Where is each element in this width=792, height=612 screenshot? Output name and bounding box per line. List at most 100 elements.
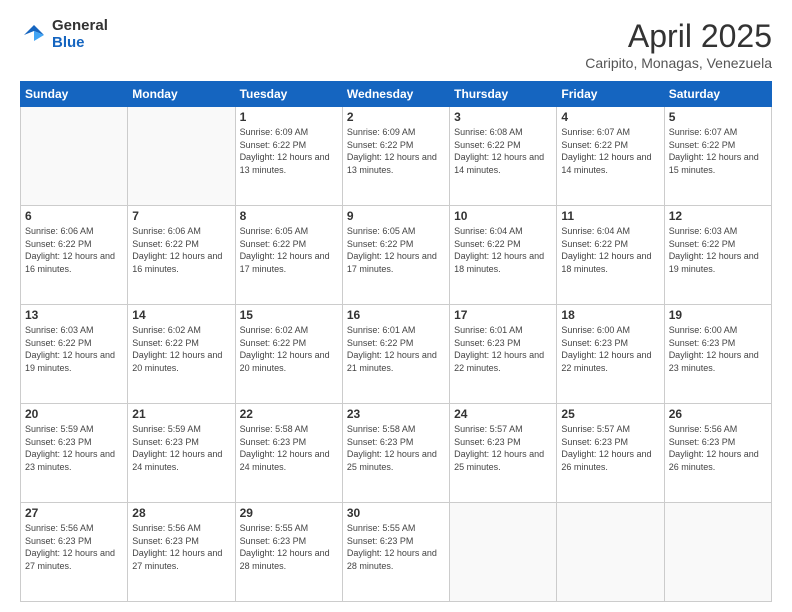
calendar-header-cell: Thursday (450, 82, 557, 107)
calendar-day-cell: 15 Sunrise: 6:02 AM Sunset: 6:22 PM Dayli… (235, 305, 342, 404)
calendar-day-cell (21, 107, 128, 206)
logo-general: General (52, 18, 108, 35)
calendar-day-cell: 30 Sunrise: 5:55 AM Sunset: 6:23 PM Dayli… (342, 503, 449, 602)
day-number: 18 (561, 308, 659, 322)
day-info: Sunrise: 6:07 AM Sunset: 6:22 PM Dayligh… (669, 126, 767, 176)
calendar-day-cell: 22 Sunrise: 5:58 AM Sunset: 6:23 PM Dayli… (235, 404, 342, 503)
calendar-day-cell: 28Sunrise: 5:56 AM Sunset: 6:23 PM Dayli… (128, 503, 235, 602)
calendar-header-row: SundayMondayTuesdayWednesdayThursdayFrid… (21, 82, 772, 107)
calendar-day-cell: 5 Sunrise: 6:07 AM Sunset: 6:22 PM Daylig… (664, 107, 771, 206)
day-info: Sunrise: 5:57 AM Sunset: 6:23 PM Dayligh… (454, 423, 552, 473)
calendar-week-row: 13 Sunrise: 6:03 AM Sunset: 6:22 PM Dayli… (21, 305, 772, 404)
calendar-day-cell: 8 Sunrise: 6:05 AM Sunset: 6:22 PM Daylig… (235, 206, 342, 305)
day-number: 5 (669, 110, 767, 124)
calendar-day-cell (557, 503, 664, 602)
day-number: 20 (25, 407, 123, 421)
day-info: Sunrise: 5:56 AM Sunset: 6:23 PM Dayligh… (25, 522, 123, 572)
calendar-title: April 2025 (585, 18, 772, 55)
day-info: Sunrise: 5:58 AM Sunset: 6:23 PM Dayligh… (240, 423, 338, 473)
day-number: 16 (347, 308, 445, 322)
day-info: Sunrise: 5:59 AM Sunset: 6:23 PM Dayligh… (25, 423, 123, 473)
day-number: 17 (454, 308, 552, 322)
day-number: 30 (347, 506, 445, 520)
calendar-day-cell (128, 107, 235, 206)
calendar-week-row: 1Sunrise: 6:09 AM Sunset: 6:22 PM Daylig… (21, 107, 772, 206)
day-number: 7 (132, 209, 230, 223)
day-number: 11 (561, 209, 659, 223)
logo: General Blue (20, 18, 108, 51)
calendar-header-cell: Saturday (664, 82, 771, 107)
calendar-day-cell: 21 Sunrise: 5:59 AM Sunset: 6:23 PM Dayli… (128, 404, 235, 503)
day-info: Sunrise: 5:55 AM Sunset: 6:23 PM Dayligh… (347, 522, 445, 572)
calendar-week-row: 6 Sunrise: 6:06 AM Sunset: 6:22 PM Daylig… (21, 206, 772, 305)
calendar-day-cell: 11 Sunrise: 6:04 AM Sunset: 6:22 PM Dayli… (557, 206, 664, 305)
calendar-table: SundayMondayTuesdayWednesdayThursdayFrid… (20, 81, 772, 602)
calendar-day-cell: 13 Sunrise: 6:03 AM Sunset: 6:22 PM Dayli… (21, 305, 128, 404)
calendar-day-cell: 1Sunrise: 6:09 AM Sunset: 6:22 PM Daylig… (235, 107, 342, 206)
calendar-day-cell (450, 503, 557, 602)
day-info: Sunrise: 6:05 AM Sunset: 6:22 PM Dayligh… (240, 225, 338, 275)
day-number: 15 (240, 308, 338, 322)
day-number: 3 (454, 110, 552, 124)
day-info: Sunrise: 6:02 AM Sunset: 6:22 PM Dayligh… (240, 324, 338, 374)
calendar-day-cell: 29 Sunrise: 5:55 AM Sunset: 6:23 PM Dayli… (235, 503, 342, 602)
day-number: 12 (669, 209, 767, 223)
day-info: Sunrise: 6:01 AM Sunset: 6:23 PM Dayligh… (454, 324, 552, 374)
day-info: Sunrise: 6:07 AM Sunset: 6:22 PM Dayligh… (561, 126, 659, 176)
calendar-day-cell: 7Sunrise: 6:06 AM Sunset: 6:22 PM Daylig… (128, 206, 235, 305)
logo-blue: Blue (52, 35, 108, 52)
day-number: 2 (347, 110, 445, 124)
day-number: 9 (347, 209, 445, 223)
day-number: 4 (561, 110, 659, 124)
header: General Blue April 2025 Caripito, Monaga… (20, 18, 772, 71)
day-number: 19 (669, 308, 767, 322)
day-number: 23 (347, 407, 445, 421)
day-number: 8 (240, 209, 338, 223)
calendar-day-cell (664, 503, 771, 602)
day-number: 28 (132, 506, 230, 520)
day-info: Sunrise: 5:57 AM Sunset: 6:23 PM Dayligh… (561, 423, 659, 473)
day-info: Sunrise: 5:58 AM Sunset: 6:23 PM Dayligh… (347, 423, 445, 473)
logo-text: General Blue (52, 18, 108, 51)
calendar-day-cell: 24Sunrise: 5:57 AM Sunset: 6:23 PM Dayli… (450, 404, 557, 503)
calendar-day-cell: 2Sunrise: 6:09 AM Sunset: 6:22 PM Daylig… (342, 107, 449, 206)
day-number: 14 (132, 308, 230, 322)
calendar-header-cell: Friday (557, 82, 664, 107)
calendar-day-cell: 23 Sunrise: 5:58 AM Sunset: 6:23 PM Dayli… (342, 404, 449, 503)
calendar-day-cell: 3 Sunrise: 6:08 AM Sunset: 6:22 PM Daylig… (450, 107, 557, 206)
day-number: 26 (669, 407, 767, 421)
day-info: Sunrise: 6:04 AM Sunset: 6:22 PM Dayligh… (454, 225, 552, 275)
calendar-day-cell: 9 Sunrise: 6:05 AM Sunset: 6:22 PM Daylig… (342, 206, 449, 305)
day-number: 21 (132, 407, 230, 421)
day-info: Sunrise: 5:56 AM Sunset: 6:23 PM Dayligh… (669, 423, 767, 473)
calendar-day-cell: 4 Sunrise: 6:07 AM Sunset: 6:22 PM Daylig… (557, 107, 664, 206)
calendar-day-cell: 25Sunrise: 5:57 AM Sunset: 6:23 PM Dayli… (557, 404, 664, 503)
day-info: Sunrise: 6:00 AM Sunset: 6:23 PM Dayligh… (561, 324, 659, 374)
day-number: 13 (25, 308, 123, 322)
day-number: 6 (25, 209, 123, 223)
day-info: Sunrise: 6:03 AM Sunset: 6:22 PM Dayligh… (669, 225, 767, 275)
calendar-day-cell: 26 Sunrise: 5:56 AM Sunset: 6:23 PM Dayli… (664, 404, 771, 503)
day-info: Sunrise: 6:08 AM Sunset: 6:22 PM Dayligh… (454, 126, 552, 176)
day-info: Sunrise: 6:03 AM Sunset: 6:22 PM Dayligh… (25, 324, 123, 374)
day-number: 29 (240, 506, 338, 520)
day-number: 22 (240, 407, 338, 421)
day-info: Sunrise: 6:01 AM Sunset: 6:22 PM Dayligh… (347, 324, 445, 374)
calendar-day-cell: 20 Sunrise: 5:59 AM Sunset: 6:23 PM Dayli… (21, 404, 128, 503)
day-info: Sunrise: 6:00 AM Sunset: 6:23 PM Dayligh… (669, 324, 767, 374)
calendar-header-cell: Wednesday (342, 82, 449, 107)
calendar-day-cell: 12 Sunrise: 6:03 AM Sunset: 6:22 PM Dayli… (664, 206, 771, 305)
day-info: Sunrise: 6:06 AM Sunset: 6:22 PM Dayligh… (25, 225, 123, 275)
calendar-day-cell: 17 Sunrise: 6:01 AM Sunset: 6:23 PM Dayli… (450, 305, 557, 404)
day-info: Sunrise: 6:04 AM Sunset: 6:22 PM Dayligh… (561, 225, 659, 275)
calendar-day-cell: 16 Sunrise: 6:01 AM Sunset: 6:22 PM Dayli… (342, 305, 449, 404)
day-number: 1 (240, 110, 338, 124)
day-info: Sunrise: 6:05 AM Sunset: 6:22 PM Dayligh… (347, 225, 445, 275)
day-info: Sunrise: 6:02 AM Sunset: 6:22 PM Dayligh… (132, 324, 230, 374)
calendar-week-row: 27Sunrise: 5:56 AM Sunset: 6:23 PM Dayli… (21, 503, 772, 602)
calendar-day-cell: 6 Sunrise: 6:06 AM Sunset: 6:22 PM Daylig… (21, 206, 128, 305)
calendar-header-cell: Sunday (21, 82, 128, 107)
day-info: Sunrise: 5:59 AM Sunset: 6:23 PM Dayligh… (132, 423, 230, 473)
day-info: Sunrise: 5:55 AM Sunset: 6:23 PM Dayligh… (240, 522, 338, 572)
calendar-week-row: 20 Sunrise: 5:59 AM Sunset: 6:23 PM Dayli… (21, 404, 772, 503)
